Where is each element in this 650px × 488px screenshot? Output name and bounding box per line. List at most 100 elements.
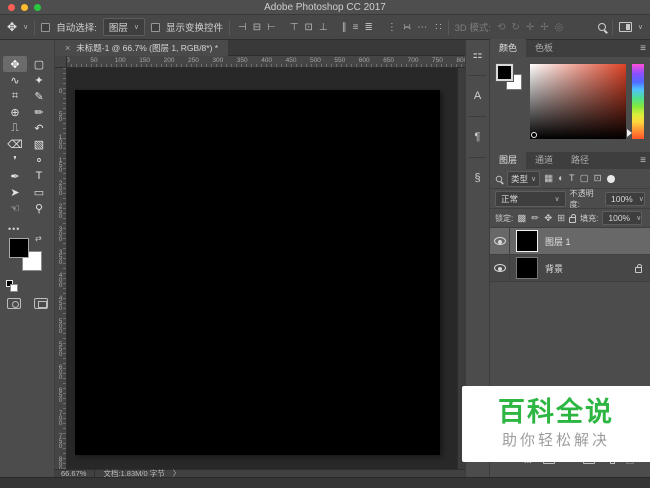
blur-tool[interactable]: ❜ — [3, 152, 27, 168]
auto-select-checkbox[interactable] — [41, 23, 50, 32]
workspace-chevron-icon[interactable]: ∨ — [638, 23, 643, 31]
zoom-tool[interactable]: ⚲ — [27, 200, 51, 216]
eyedropper-tool[interactable]: ✎ — [27, 88, 51, 104]
layer-thumbnail[interactable] — [516, 230, 538, 252]
hue-marker[interactable] — [627, 129, 632, 137]
show-transform-checkbox[interactable] — [151, 23, 160, 32]
tools-panel: ✥▢∿✦⌗✎⊕✏⎍↶⌫▧❜⚬✒T➤▭☜⚲ ••• ⇄ — [0, 40, 55, 477]
foreground-color-swatch[interactable] — [9, 238, 29, 258]
layer-visibility-cell[interactable] — [490, 255, 510, 281]
lock-label: 锁定: — [495, 213, 513, 224]
document-canvas[interactable] — [75, 90, 440, 455]
status-bar: 66.67% 文档:1.83M/0 字节 〉 — [55, 469, 465, 477]
filter-pixel-layers-icon[interactable]: ▦ — [544, 173, 553, 184]
eraser-tool[interactable]: ⌫ — [3, 136, 27, 152]
history-brush-tool[interactable]: ↶ — [27, 120, 51, 136]
libraries-panel-icon[interactable]: ⚏ — [473, 48, 483, 61]
character-panel-icon[interactable]: A — [474, 90, 481, 102]
layer-row[interactable]: 背景 — [490, 255, 650, 282]
brush-tool[interactable]: ✏ — [27, 104, 51, 120]
align-icon[interactable]: ⊣ — [238, 22, 247, 33]
layer-row[interactable]: 图层 1 — [490, 228, 650, 255]
align-icon[interactable]: ⊤ — [290, 22, 299, 33]
horizontal-ruler[interactable]: 0501001502002503003504004505005506006507… — [55, 56, 465, 68]
align-icon[interactable]: ≡ — [353, 22, 359, 33]
search-icon[interactable] — [598, 23, 606, 31]
dodge-tool[interactable]: ⚬ — [27, 152, 51, 168]
workspace-switcher-icon[interactable] — [619, 22, 632, 32]
layers-tab-图层[interactable]: 图层 — [490, 151, 526, 169]
align-icon[interactable]: ⊡ — [305, 22, 313, 33]
align-icon[interactable]: ⊥ — [319, 22, 328, 33]
align-icon[interactable]: ∺ — [403, 22, 411, 33]
lock-artboard-icon[interactable]: ⊞ — [557, 213, 565, 224]
align-icon[interactable]: ⋮ — [387, 22, 397, 33]
document-tab[interactable]: × 未标题-1 @ 66.7% (图层 1, RGB/8*) * — [55, 40, 228, 56]
marquee-tool[interactable]: ▢ — [27, 56, 51, 72]
align-icon[interactable]: ⊢ — [267, 22, 276, 33]
filter-type-layers-icon[interactable]: T — [569, 173, 575, 184]
align-icon[interactable]: ⋯ — [417, 22, 427, 33]
auto-select-dropdown[interactable]: 图层 ∨ — [103, 18, 145, 36]
filter-type-dropdown[interactable]: 类型 ∨ — [507, 171, 540, 187]
crop-tool[interactable]: ⌗ — [3, 88, 27, 104]
panel-foreground-swatch[interactable] — [496, 64, 513, 81]
color-picker-marker[interactable] — [531, 132, 537, 138]
shape-tool[interactable]: ▭ — [27, 184, 51, 200]
close-window-button[interactable] — [8, 4, 15, 11]
align-icon[interactable]: ≣ — [364, 22, 372, 33]
hue-slider[interactable] — [632, 64, 644, 139]
align-icon[interactable]: ∥ — [342, 22, 347, 33]
type-tool[interactable]: T — [27, 168, 51, 184]
lasso-tool[interactable]: ∿ — [3, 72, 27, 88]
hand-tool[interactable]: ☜ — [3, 200, 27, 216]
lock-pixels-icon[interactable]: ✏ — [531, 213, 539, 224]
close-tab-icon[interactable]: × — [65, 43, 70, 53]
color-tab-颜色[interactable]: 颜色 — [490, 39, 526, 57]
chevron-down-icon: ∨ — [636, 214, 641, 222]
lock-all-icon[interactable] — [569, 217, 576, 223]
clone-stamp-tool[interactable]: ⎍ — [3, 120, 27, 136]
ruler-label: 400 — [261, 57, 272, 64]
move-tool[interactable]: ✥ — [3, 56, 27, 72]
default-colors-icon[interactable] — [6, 280, 13, 287]
quick-mask-button[interactable] — [7, 298, 21, 309]
layers-tab-通道[interactable]: 通道 — [526, 151, 562, 169]
screen-mode-button[interactable] — [34, 298, 48, 309]
healing-brush-tool[interactable]: ⊕ — [3, 104, 27, 120]
gradient-tool[interactable]: ▧ — [27, 136, 51, 152]
filter-shape-layers-icon[interactable]: ▢ — [580, 173, 589, 184]
filter-smart-objects-icon[interactable]: ⊡ — [594, 173, 602, 184]
pen-tool[interactable]: ✒ — [3, 168, 27, 184]
quick-selection-tool[interactable]: ✦ — [27, 72, 51, 88]
paragraph-panel-icon[interactable]: ¶ — [475, 131, 481, 143]
align-icon[interactable]: ⊟ — [253, 22, 261, 33]
lock-transparency-icon[interactable]: ▩ — [517, 213, 526, 224]
blend-mode-dropdown[interactable]: 正常 ∨ — [495, 191, 566, 207]
glyphs-panel-icon[interactable]: § — [474, 172, 480, 184]
color-tab-色板[interactable]: 色板 — [526, 39, 562, 57]
eye-icon[interactable] — [494, 237, 506, 245]
opacity-dropdown[interactable]: 100% ∨ — [605, 192, 645, 206]
zoom-window-button[interactable] — [34, 4, 41, 11]
layers-tab-路径[interactable]: 路径 — [562, 151, 598, 169]
minimize-window-button[interactable] — [21, 4, 28, 11]
layer-search-icon[interactable] — [496, 175, 502, 181]
fill-dropdown[interactable]: 100% ∨ — [602, 211, 642, 225]
distribute-spacing-icon[interactable]: ∷ — [435, 22, 441, 33]
tool-preset-chevron-icon[interactable]: ∨ — [23, 23, 28, 31]
path-selection-tool[interactable]: ➤ — [3, 184, 27, 200]
auto-select-label: 自动选择: — [56, 20, 97, 34]
layer-thumbnail[interactable] — [516, 257, 538, 279]
lock-position-icon[interactable]: ✥ — [544, 213, 552, 224]
filter-toggle-icon[interactable] — [607, 175, 615, 183]
filter-adjustment-layers-icon[interactable]: ◐ — [558, 173, 564, 184]
vertical-ruler[interactable]: 0501001502002503003504004505005506006507… — [55, 68, 67, 469]
layers-panel-menu-icon[interactable]: ≡ — [640, 155, 645, 166]
layer-visibility-cell[interactable] — [490, 228, 510, 254]
eye-icon[interactable] — [494, 264, 506, 272]
edit-toolbar-button[interactable]: ••• — [8, 224, 20, 234]
saturation-brightness-field[interactable] — [530, 64, 626, 139]
swap-colors-icon[interactable]: ⇄ — [35, 234, 42, 243]
color-panel-menu-icon[interactable]: ≡ — [640, 43, 645, 54]
